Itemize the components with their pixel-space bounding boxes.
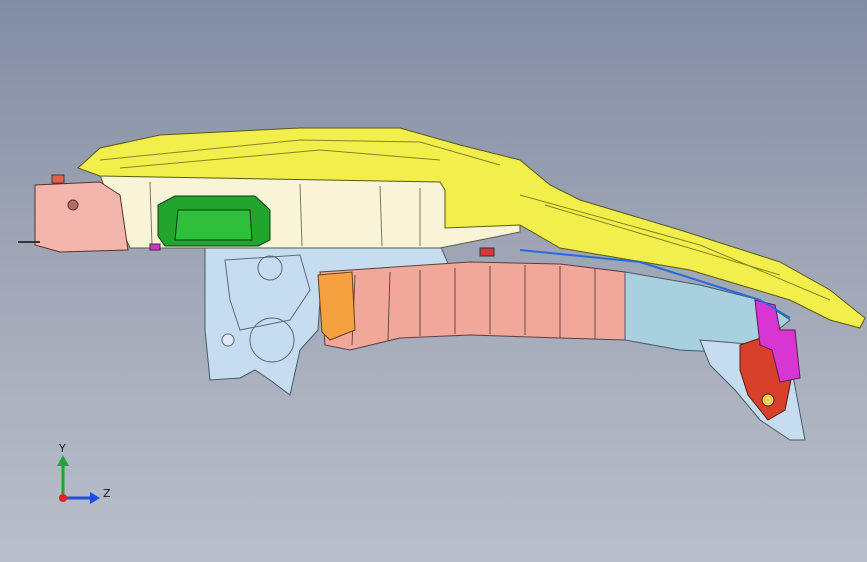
pink-box-part[interactable] xyxy=(34,181,129,253)
green-part-inner xyxy=(174,209,253,241)
cad-assembly-model[interactable] xyxy=(0,0,867,562)
connector-part[interactable] xyxy=(479,247,495,257)
salmon-rail-part[interactable] xyxy=(319,261,626,351)
orange-bracket-part[interactable] xyxy=(317,271,356,341)
connector-part[interactable] xyxy=(149,243,161,251)
cad-3d-viewport[interactable]: Y Z xyxy=(0,0,867,562)
